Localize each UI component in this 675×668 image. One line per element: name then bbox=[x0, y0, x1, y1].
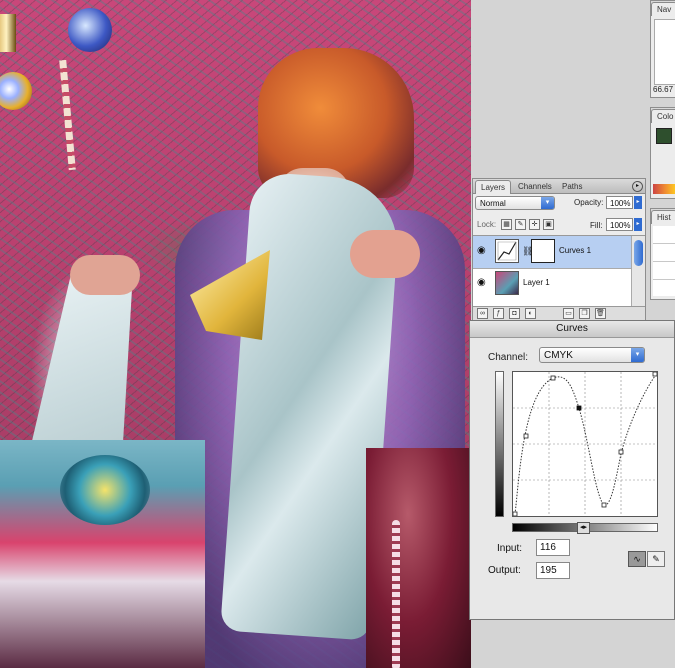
layers-list: ◉ ⛓ Curves 1 ◉ Layer 1 bbox=[473, 235, 645, 306]
curve-point bbox=[523, 433, 529, 439]
dialog-title[interactable]: Curves bbox=[470, 321, 674, 338]
output-label: Output: bbox=[488, 565, 521, 576]
bead-garland bbox=[392, 520, 400, 668]
curve-point bbox=[512, 511, 518, 517]
new-layer-icon[interactable]: ❐ bbox=[579, 308, 590, 319]
opacity-label: Opacity: bbox=[574, 198, 604, 207]
fill-arrow-icon[interactable]: ▸ bbox=[634, 218, 642, 231]
navigator-panel: Nav 66.67 bbox=[650, 0, 675, 98]
child-hand-right bbox=[350, 230, 420, 278]
candy-cane bbox=[59, 59, 76, 171]
opacity-field[interactable]: 100% bbox=[606, 196, 633, 209]
tab-channels[interactable]: Channels bbox=[513, 180, 557, 193]
eye-icon[interactable]: ◉ bbox=[477, 278, 489, 288]
output-gradient-bar bbox=[495, 371, 504, 517]
layer-thumbnail bbox=[495, 271, 519, 295]
gift-box-right bbox=[366, 448, 471, 668]
curves-adjustment-icon bbox=[495, 239, 519, 263]
opacity-value: 100% bbox=[610, 199, 631, 208]
eye-icon[interactable]: ◉ bbox=[477, 246, 489, 256]
curve-point bbox=[601, 502, 607, 508]
chevron-down-icon: ▾ bbox=[541, 197, 554, 209]
navigator-zoom[interactable]: 66.67 bbox=[653, 85, 673, 94]
adjustment-layer-icon[interactable]: ◐ bbox=[525, 308, 536, 319]
ornament-bell bbox=[0, 14, 16, 52]
curve-tool-icon[interactable]: ∿ bbox=[628, 551, 646, 567]
paper-left bbox=[32, 270, 132, 460]
add-mask-icon[interactable]: ◘ bbox=[509, 308, 520, 319]
tab-color[interactable]: Colo bbox=[651, 109, 675, 123]
history-tabbar: Hist bbox=[651, 209, 675, 224]
fill-field[interactable]: 100% bbox=[606, 218, 633, 231]
layers-scrollbar[interactable] bbox=[631, 236, 645, 306]
lock-transparent-icon[interactable]: ▦ bbox=[501, 219, 512, 230]
fill-label: Fill: bbox=[590, 221, 603, 230]
output-field[interactable]: 195 bbox=[536, 562, 570, 579]
layers-tabbar: Layers Channels Paths ▸ bbox=[473, 179, 645, 194]
tab-layers[interactable]: Layers bbox=[475, 180, 512, 194]
color-ramp[interactable] bbox=[653, 184, 675, 194]
gradient-toggle-icon[interactable]: ◂▸ bbox=[577, 522, 590, 534]
lock-image-icon[interactable]: ✎ bbox=[515, 219, 526, 230]
layer-style-icon[interactable]: ƒ bbox=[493, 308, 504, 319]
ornament-gold bbox=[0, 72, 32, 110]
layers-footer: ∞ ƒ ◘ ◐ ▭ ❐ 🗑 bbox=[473, 306, 645, 321]
input-label: Input: bbox=[497, 543, 523, 554]
channel-value: CMYK bbox=[544, 350, 573, 361]
blend-mode-select[interactable]: Normal ▾ bbox=[475, 196, 555, 210]
layer-row-layer1[interactable]: ◉ Layer 1 bbox=[473, 268, 631, 301]
panel-menu-icon[interactable]: ▸ bbox=[632, 181, 643, 192]
new-group-icon[interactable]: ▭ bbox=[563, 308, 574, 319]
channel-select[interactable]: CMYK ▾ bbox=[539, 347, 645, 363]
layers-panel: Layers Channels Paths ▸ Normal ▾ Opacity… bbox=[472, 178, 646, 322]
child-arm-left bbox=[70, 255, 140, 295]
tab-navigator[interactable]: Nav bbox=[651, 2, 675, 16]
chevron-down-icon: ▾ bbox=[631, 348, 644, 362]
history-panel: Hist bbox=[650, 208, 675, 300]
layer-name[interactable]: Layer 1 bbox=[523, 278, 550, 287]
output-value: 195 bbox=[540, 565, 557, 576]
input-value: 116 bbox=[540, 542, 556, 553]
navigator-tabbar: Nav bbox=[651, 1, 675, 16]
input-field[interactable]: 116 bbox=[536, 539, 570, 556]
blend-mode-value: Normal bbox=[480, 199, 506, 208]
color-tabbar: Colo bbox=[651, 108, 675, 123]
channel-label: Channel: bbox=[488, 352, 529, 363]
layer-row-curves[interactable]: ◉ ⛓ Curves 1 bbox=[473, 236, 631, 269]
trash-icon[interactable]: 🗑 bbox=[595, 308, 606, 319]
ornament-blue bbox=[68, 8, 112, 52]
layer-name[interactable]: Curves 1 bbox=[559, 246, 591, 255]
curve-point bbox=[618, 449, 624, 455]
lock-label: Lock: bbox=[477, 220, 497, 229]
curve-point bbox=[550, 375, 556, 381]
curve-point-selected bbox=[576, 405, 582, 411]
gift-bow bbox=[60, 455, 150, 525]
history-list[interactable] bbox=[653, 226, 675, 296]
lock-position-icon[interactable]: ✛ bbox=[529, 219, 540, 230]
curve-graph[interactable] bbox=[512, 371, 658, 517]
curve-point bbox=[652, 371, 658, 377]
opacity-arrow-icon[interactable]: ▸ bbox=[634, 196, 642, 209]
layer-mask-thumbnail[interactable] bbox=[531, 239, 555, 263]
tab-history[interactable]: Hist bbox=[651, 210, 675, 224]
link-layers-icon[interactable]: ∞ bbox=[477, 308, 488, 319]
document-canvas[interactable] bbox=[0, 0, 471, 668]
scrollbar-thumb[interactable] bbox=[634, 240, 643, 266]
color-panel: Colo bbox=[650, 107, 675, 199]
curves-dialog: Curves Channel: CMYK ▾ ◂▸ Input: 116 Out… bbox=[469, 320, 675, 620]
pencil-tool-icon[interactable]: ✎ bbox=[647, 551, 665, 567]
lock-all-icon[interactable]: ▣ bbox=[543, 219, 554, 230]
navigator-preview bbox=[654, 19, 675, 85]
foreground-color-swatch[interactable] bbox=[656, 128, 672, 144]
tab-paths[interactable]: Paths bbox=[557, 180, 587, 193]
curve-graph-svg[interactable] bbox=[512, 371, 658, 517]
fill-value: 100% bbox=[610, 221, 631, 230]
